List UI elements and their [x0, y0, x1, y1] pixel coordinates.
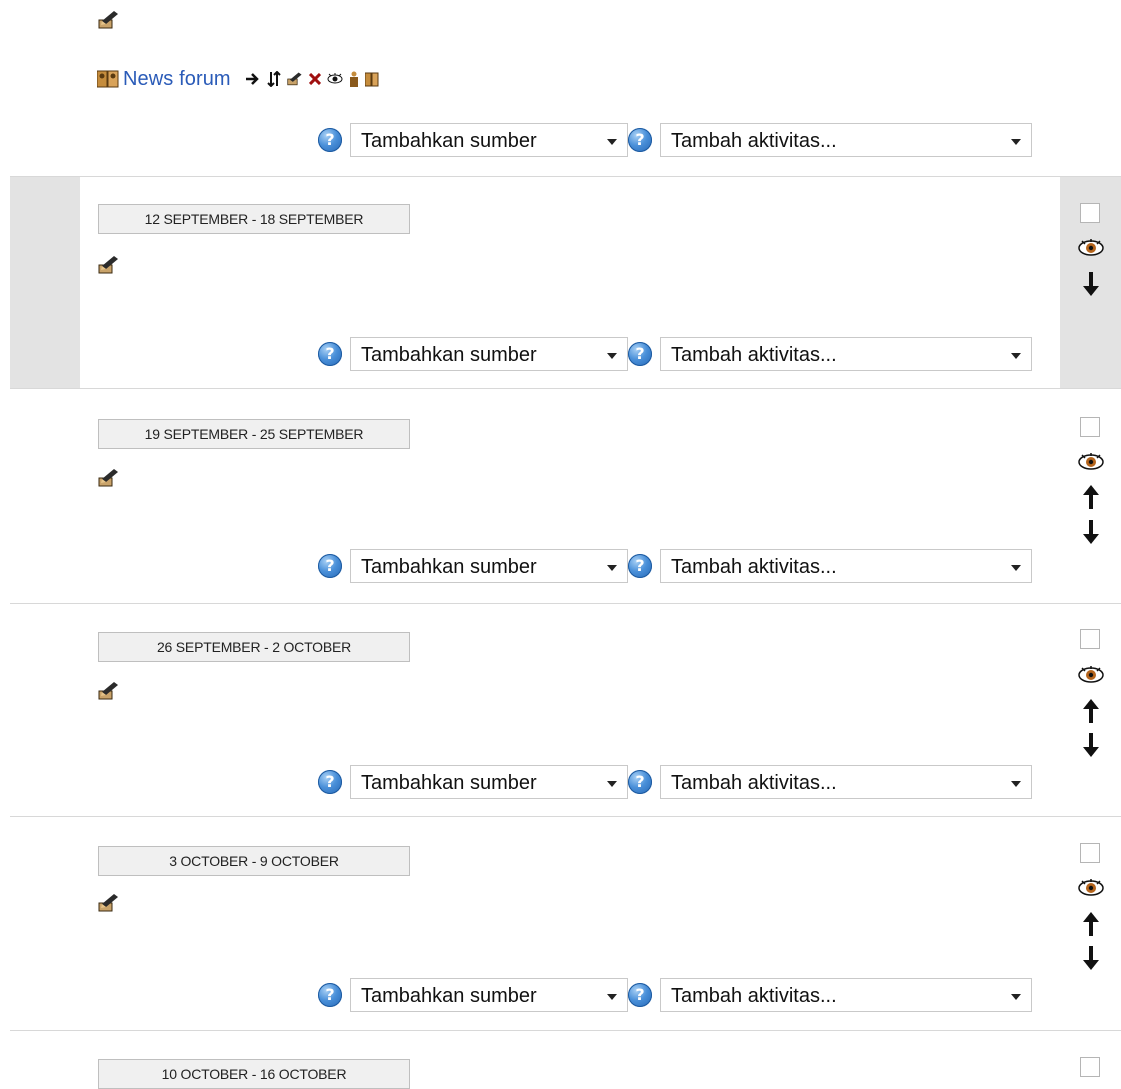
help-icon[interactable]: ? — [628, 128, 652, 152]
help-icon[interactable]: ? — [628, 983, 652, 1007]
highlight-checkbox-icon[interactable] — [1080, 417, 1100, 437]
add-resource-select-value: Tambahkan sumber — [361, 556, 537, 578]
add-activity-select-value: Tambah aktivitas... — [671, 772, 837, 794]
week-heading: 26 SEPTEMBER - 2 OCTOBER — [98, 632, 410, 662]
add-activity-select-value: Tambah aktivitas... — [671, 344, 837, 366]
arrow-up-icon[interactable] — [1080, 697, 1102, 725]
eye-icon[interactable] — [1077, 878, 1105, 896]
edit-summary-pencil-icon[interactable] — [98, 893, 120, 913]
add-controls-row-1: ? Tambahkan sumber ? Tambah aktivitas... — [318, 337, 1032, 371]
add-resource-select[interactable]: Tambahkan sumber — [350, 765, 628, 799]
section-divider — [10, 1030, 1121, 1031]
help-icon[interactable]: ? — [628, 342, 652, 366]
roles-icon[interactable] — [349, 71, 359, 87]
chevron-down-icon — [607, 781, 617, 787]
help-icon[interactable]: ? — [318, 128, 342, 152]
week-heading: 10 OCTOBER - 16 OCTOBER — [98, 1059, 410, 1089]
chevron-down-icon — [1011, 565, 1021, 571]
forum-icon — [96, 69, 119, 89]
chevron-down-icon — [1011, 139, 1021, 145]
move-icon[interactable] — [266, 71, 281, 87]
eye-icon[interactable] — [1077, 452, 1105, 470]
add-resource-select[interactable]: Tambahkan sumber — [350, 978, 628, 1012]
add-resource-select-value: Tambahkan sumber — [361, 130, 537, 152]
help-icon[interactable]: ? — [318, 554, 342, 578]
move-right-icon[interactable] — [245, 71, 261, 87]
week-heading: 12 SEPTEMBER - 18 SEPTEMBER — [98, 204, 410, 234]
arrow-down-icon[interactable] — [1080, 944, 1102, 972]
add-activity-select[interactable]: Tambah aktivitas... — [660, 978, 1032, 1012]
highlight-checkbox-icon[interactable] — [1080, 203, 1100, 223]
week-heading: 3 OCTOBER - 9 OCTOBER — [98, 846, 410, 876]
add-resource-select[interactable]: Tambahkan sumber — [350, 123, 628, 157]
week-heading: 19 SEPTEMBER - 25 SEPTEMBER — [98, 419, 410, 449]
highlight-checkbox-icon[interactable] — [1080, 1057, 1100, 1077]
arrow-up-icon[interactable] — [1080, 483, 1102, 511]
current-week-left-band — [10, 177, 80, 388]
eye-icon[interactable] — [1077, 665, 1105, 683]
chevron-down-icon — [607, 994, 617, 1000]
chevron-down-icon — [1011, 994, 1021, 1000]
edit-summary-pencil-icon[interactable] — [98, 255, 120, 275]
section-divider — [10, 388, 1121, 389]
add-controls-row-0: ? Tambahkan sumber ? Tambah aktivitas... — [318, 123, 1032, 157]
news-forum-link[interactable]: News forum — [123, 68, 231, 91]
arrow-down-icon[interactable] — [1080, 518, 1102, 546]
edit-summary-pencil-icon[interactable] — [98, 10, 120, 30]
add-activity-select-value: Tambah aktivitas... — [671, 556, 837, 578]
add-activity-select-value: Tambah aktivitas... — [671, 130, 837, 152]
add-activity-select[interactable]: Tambah aktivitas... — [660, 123, 1032, 157]
help-icon[interactable]: ? — [318, 770, 342, 794]
add-resource-select-value: Tambahkan sumber — [361, 985, 537, 1007]
arrow-down-icon[interactable] — [1080, 731, 1102, 759]
add-resource-select[interactable]: Tambahkan sumber — [350, 549, 628, 583]
help-icon[interactable]: ? — [628, 770, 652, 794]
arrow-down-icon[interactable] — [1080, 270, 1102, 298]
eye-icon[interactable] — [1077, 238, 1105, 256]
group-icon[interactable] — [364, 71, 379, 87]
add-activity-select[interactable]: Tambah aktivitas... — [660, 549, 1032, 583]
add-resource-select[interactable]: Tambahkan sumber — [350, 337, 628, 371]
section-divider — [10, 816, 1121, 817]
chevron-down-icon — [1011, 781, 1021, 787]
section-divider — [10, 176, 1121, 177]
edit-summary-pencil-icon[interactable] — [98, 468, 120, 488]
news-forum-row: News forum — [96, 66, 385, 92]
eye-icon[interactable] — [327, 73, 343, 85]
add-activity-select[interactable]: Tambah aktivitas... — [660, 765, 1032, 799]
add-activity-select[interactable]: Tambah aktivitas... — [660, 337, 1032, 371]
add-resource-select-value: Tambahkan sumber — [361, 344, 537, 366]
help-icon[interactable]: ? — [318, 342, 342, 366]
add-controls-row-4: ? Tambahkan sumber ? Tambah aktivitas... — [318, 978, 1032, 1012]
help-icon[interactable]: ? — [628, 554, 652, 578]
highlight-checkbox-icon[interactable] — [1080, 843, 1100, 863]
chevron-down-icon — [1011, 353, 1021, 359]
delete-icon[interactable] — [308, 73, 321, 85]
chevron-down-icon — [607, 565, 617, 571]
section-divider — [10, 603, 1121, 604]
add-controls-row-2: ? Tambahkan sumber ? Tambah aktivitas... — [318, 549, 1032, 583]
add-activity-select-value: Tambah aktivitas... — [671, 985, 837, 1007]
add-controls-row-3: ? Tambahkan sumber ? Tambah aktivitas... — [318, 765, 1032, 799]
highlight-checkbox-icon[interactable] — [1080, 629, 1100, 649]
help-icon[interactable]: ? — [318, 983, 342, 1007]
edit-pencil-icon[interactable] — [287, 71, 303, 87]
edit-summary-pencil-icon[interactable] — [98, 681, 120, 701]
chevron-down-icon — [607, 139, 617, 145]
add-resource-select-value: Tambahkan sumber — [361, 772, 537, 794]
arrow-up-icon[interactable] — [1080, 910, 1102, 938]
chevron-down-icon — [607, 353, 617, 359]
